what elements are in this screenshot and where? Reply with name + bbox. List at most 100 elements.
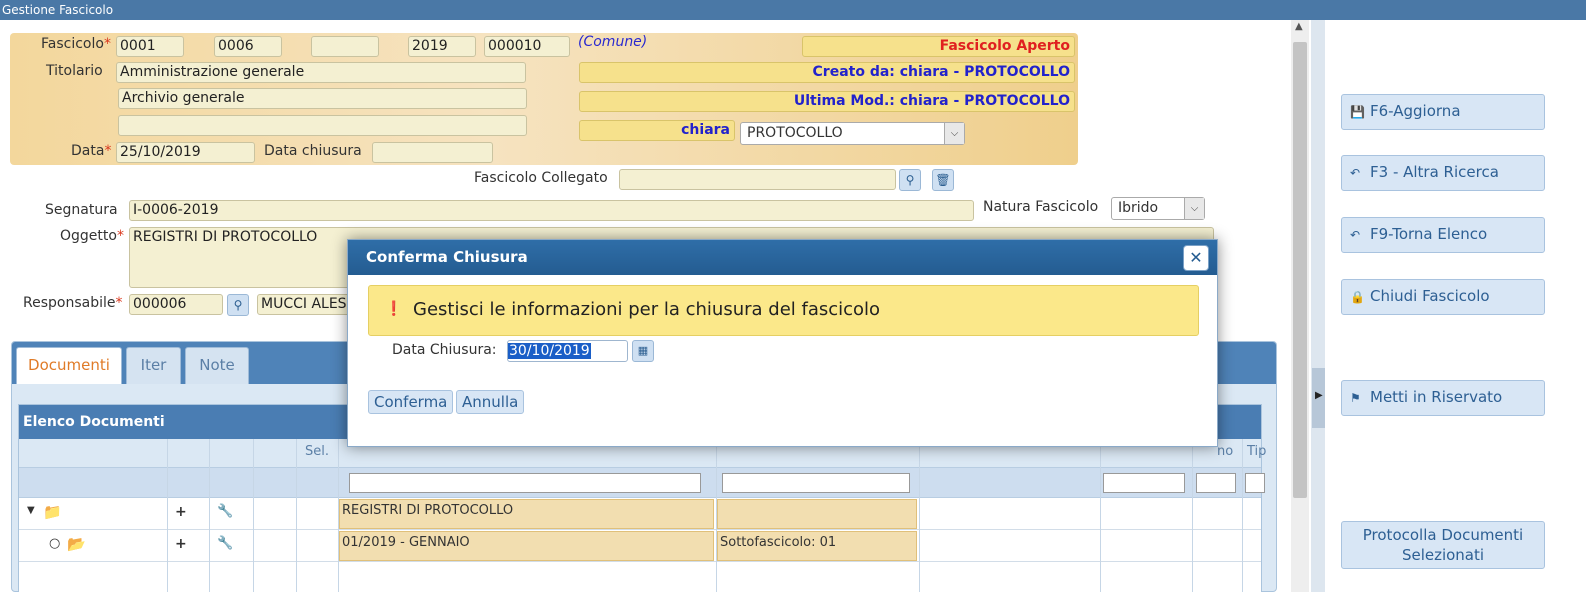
status-badge: Fascicolo Aperto: [802, 36, 1075, 57]
info-notice: ❗ Gestisci le informazioni per la chiusu…: [368, 285, 1199, 336]
ufficio-select[interactable]: PROTOCOLLO ⌵: [740, 122, 965, 145]
filter-descrizione[interactable]: [349, 473, 701, 493]
row-description: 01/2019 - GENNAIO: [339, 531, 714, 561]
fascicolo-field-1[interactable]: 0001: [116, 36, 184, 57]
subfolder-icon: 📂: [67, 535, 86, 553]
add-icon[interactable]: +: [175, 536, 187, 552]
search-icon[interactable]: ⚲: [899, 169, 921, 191]
grid-divider: [1100, 439, 1101, 592]
chevron-down-icon: ⌵: [1184, 198, 1204, 219]
back-icon: ↶: [1350, 166, 1361, 180]
responsabile-name-field[interactable]: MUCCI ALESS: [257, 294, 357, 315]
creato-da-info: Creato da: chiara - PROTOCOLLO: [579, 62, 1075, 83]
responsabile-code-field[interactable]: 000006: [129, 294, 223, 315]
grid-divider: [716, 439, 717, 592]
titolario-field-2[interactable]: Archivio generale: [118, 88, 527, 109]
add-icon[interactable]: +: [175, 504, 187, 520]
main-scrollbar[interactable]: ▲: [1291, 20, 1309, 592]
grid-divider: [209, 439, 210, 592]
column-tipo[interactable]: Tip: [1247, 444, 1266, 459]
wrench-icon[interactable]: 🔧: [217, 504, 233, 519]
titolario-field-3[interactable]: [118, 115, 527, 136]
close-icon[interactable]: ✕: [1183, 245, 1209, 271]
comune-label: (Comune): [578, 34, 648, 50]
metti-riservato-button[interactable]: ⚑ Metti in Riservato: [1341, 380, 1545, 416]
fascicolo-collegato-field[interactable]: [619, 169, 896, 190]
data-field[interactable]: 25/10/2019: [116, 142, 255, 163]
grid-divider: [296, 439, 297, 592]
conferma-chiusura-dialog: Conferma Chiusura ✕ ❗ Gestisci le inform…: [347, 239, 1218, 447]
row-description: REGISTRI DI PROTOCOLLO: [339, 499, 714, 529]
titolario-field-1[interactable]: Amministrazione generale: [116, 62, 526, 83]
fascicolo-collegato-label: Fascicolo Collegato: [474, 170, 608, 186]
action-sidebar: 💾 F6-Aggiorna ↶ F3 - Altra Ricerca ↶ F9-Tor…: [1326, 20, 1560, 592]
filter-sottofascicolo[interactable]: [722, 473, 910, 493]
grid-divider: [1242, 439, 1243, 592]
filter-col-a[interactable]: [1103, 473, 1185, 493]
annulla-button[interactable]: Annulla: [456, 390, 525, 414]
right-margin: [1560, 20, 1586, 592]
data-chiusura-input[interactable]: 30/10/2019: [507, 340, 628, 362]
aggiorna-button[interactable]: 💾 F6-Aggiorna: [1341, 94, 1545, 130]
expand-icon[interactable]: ▼: [27, 505, 35, 516]
conferma-button[interactable]: Conferma: [368, 390, 454, 414]
oggetto-label: Oggetto*: [60, 228, 124, 244]
torna-elenco-button[interactable]: ↶ F9-Torna Elenco: [1341, 217, 1545, 253]
protocolla-documenti-button[interactable]: Protocolla Documenti Selezionati: [1341, 521, 1545, 569]
panel-splitter[interactable]: ▶: [1311, 20, 1325, 592]
utente-info: chiara: [579, 120, 735, 141]
scroll-up-icon[interactable]: ▲: [1295, 21, 1303, 32]
data-chiusura-field[interactable]: [372, 142, 493, 163]
folder-icon: 📁: [43, 503, 62, 521]
natura-label: Natura Fascicolo: [983, 199, 1099, 215]
flag-icon: ⚑: [1350, 391, 1361, 405]
tab-documenti[interactable]: Documenti: [16, 347, 122, 384]
data-chiusura-label: Data chiusura: [264, 143, 362, 159]
wrench-icon[interactable]: 🔧: [217, 536, 233, 551]
info-icon: ❗: [385, 301, 403, 317]
scroll-thumb[interactable]: [1293, 42, 1307, 498]
responsabile-label: Responsabile*: [23, 295, 123, 311]
fascicolo-field-3[interactable]: [311, 36, 379, 57]
segnatura-field[interactable]: I-0006-2019: [129, 200, 974, 221]
fascicolo-year-field[interactable]: 2019: [408, 36, 476, 57]
filter-col-c[interactable]: [1245, 473, 1265, 493]
column-sel[interactable]: Sel.: [305, 444, 329, 459]
collapse-icon[interactable]: ▶: [1315, 390, 1323, 401]
splitter-handle[interactable]: ▶: [1312, 368, 1325, 428]
lock-icon: 🔒: [1350, 290, 1365, 304]
fascicolo-label: Fascicolo*: [41, 36, 111, 52]
chiudi-fascicolo-button[interactable]: 🔒 Chiudi Fascicolo: [1341, 279, 1545, 315]
trash-icon[interactable]: 🗑: [932, 169, 954, 191]
tab-iter[interactable]: Iter: [126, 347, 181, 384]
grid-divider: [167, 439, 168, 592]
row-subfolder: Sottofascicolo: 01: [717, 531, 917, 561]
table-row[interactable]: ○ 📂 + 🔧 01/2019 - GENNAIO Sottofascicolo…: [19, 530, 1261, 562]
segnatura-label: Segnatura: [45, 202, 118, 218]
fascicolo-number-field[interactable]: 000010: [484, 36, 570, 57]
back-icon: ↶: [1350, 228, 1361, 242]
filter-col-b[interactable]: [1196, 473, 1236, 493]
tab-note[interactable]: Note: [185, 347, 249, 384]
data-label: Data*: [71, 143, 112, 159]
radio-icon[interactable]: ○: [49, 536, 60, 551]
save-icon: 💾: [1350, 105, 1365, 119]
grid-divider: [338, 439, 339, 592]
table-row[interactable]: ▼ 📁 + 🔧 REGISTRI DI PROTOCOLLO: [19, 498, 1261, 530]
natura-select[interactable]: Ibrido ⌵: [1111, 197, 1205, 220]
fascicolo-field-2[interactable]: 0006: [214, 36, 282, 57]
ultima-mod-info: Ultima Mod.: chiara - PROTOCOLLO: [579, 91, 1075, 112]
dialog-title: Conferma Chiusura: [348, 240, 1217, 275]
grid-divider: [919, 439, 920, 592]
column-anno[interactable]: no: [1217, 444, 1233, 459]
search-icon[interactable]: ⚲: [227, 294, 249, 316]
data-chiusura-dialog-label: Data Chiusura:: [392, 342, 497, 358]
grid-filter-row: [19, 468, 1265, 498]
row-subfolder: [717, 499, 917, 529]
calendar-icon[interactable]: ▦: [632, 340, 654, 362]
chevron-down-icon: ⌵: [944, 123, 964, 144]
altra-ricerca-button[interactable]: ↶ F3 - Altra Ricerca: [1341, 155, 1545, 191]
grid-divider: [253, 439, 254, 592]
notice-text: Gestisci le informazioni per la chiusura…: [413, 299, 881, 320]
window-title: Gestione Fascicolo: [0, 0, 1586, 20]
